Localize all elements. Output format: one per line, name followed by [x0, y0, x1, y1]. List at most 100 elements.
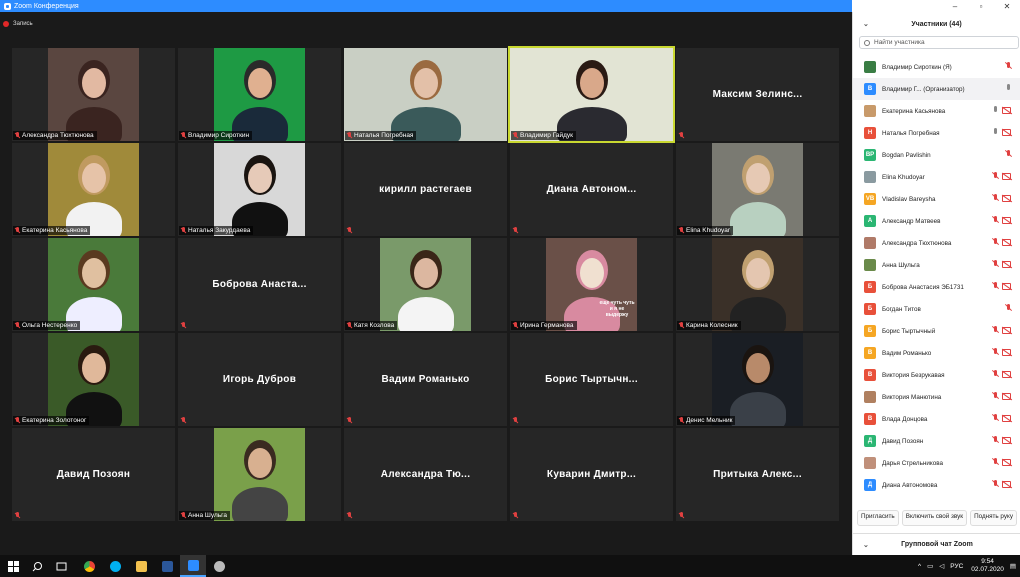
raise-hand-button[interactable]: Поднять руку [970, 510, 1017, 526]
close-button[interactable]: ✕ [994, 2, 1020, 11]
participant-status-icons [1005, 84, 1011, 92]
participant-status-icons [992, 370, 1011, 378]
participant-row[interactable]: Д Давид Позоян [853, 430, 1020, 452]
video-tile[interactable]: Катя Козлова [344, 238, 507, 331]
tray-arrow-icon[interactable]: ^ [918, 563, 921, 570]
participant-row[interactable]: BP Bogdan Pavlishin [853, 144, 1020, 166]
participant-row[interactable]: Виктория Манютина [853, 386, 1020, 408]
participants-title: Участники (44) [911, 20, 962, 28]
participant-row[interactable]: Б Боброва Анастасия ЭБ1731 [853, 276, 1020, 298]
muted-mic-icon [14, 512, 20, 519]
chevron-down-icon[interactable]: ⌄ [863, 541, 869, 549]
tile-name: Екатерина Золотоног [22, 417, 87, 424]
participant-row[interactable]: Анна Шульга [853, 254, 1020, 276]
taskbar-zoom[interactable] [180, 555, 206, 577]
participant-row[interactable]: В Вадим Романько [853, 342, 1020, 364]
video-tile[interactable]: Екатерина Золотоног [12, 333, 175, 426]
taskbar-word[interactable] [154, 555, 180, 577]
participant-name: Наталья Погребная [882, 129, 940, 137]
taskbar-skype[interactable] [102, 555, 128, 577]
video-tile[interactable]: Анна Шульга [178, 428, 341, 521]
window-controls: – ▫ ✕ [852, 0, 1020, 12]
video-tile[interactable]: Денис Мельник [676, 333, 839, 426]
avatar: Н [864, 127, 876, 139]
participant-row[interactable]: В Влада Донцова [853, 408, 1020, 430]
participant-list[interactable]: Владимир Сироткин (Я) В Владимир Г... (Орг… [853, 56, 1020, 504]
participant-row[interactable]: Elina Khudoyar [853, 166, 1020, 188]
chevron-down-icon[interactable]: ⌄ [863, 20, 869, 28]
video-tile[interactable]: Куварин Дмитр... [510, 428, 673, 521]
maximize-button[interactable]: ▫ [968, 2, 994, 11]
minimize-button[interactable]: – [942, 2, 968, 11]
video-tile[interactable]: Ольга Нестеренко [12, 238, 175, 331]
muted-mic-icon [678, 322, 684, 329]
clock[interactable]: 9:54 02.07.2020 [971, 558, 1004, 574]
video-tile[interactable]: Вадим Романько [344, 333, 507, 426]
video-tile[interactable]: Давид Позоян [12, 428, 175, 521]
participant-row[interactable]: А Александр Матвеев [853, 210, 1020, 232]
participant-row[interactable]: Александра Тюхтюнова [853, 232, 1020, 254]
taskbar-search[interactable] [24, 555, 50, 577]
participant-row[interactable]: Н Наталья Погребная [853, 122, 1020, 144]
paint-icon [213, 560, 225, 572]
tile-name-label: Наталья Погребная [345, 131, 417, 140]
camera-off-icon [1002, 415, 1011, 422]
participant-row[interactable]: Б Богдан Титов [853, 298, 1020, 320]
windows-logo-icon [7, 560, 19, 572]
group-chat-header[interactable]: ⌄ Групповой чат Zoom [853, 533, 1020, 555]
participant-row[interactable]: VB Vladislav Bareysha [853, 188, 1020, 210]
tile-name-label: Катя Козлова [345, 321, 398, 330]
taskbar-explorer[interactable] [128, 555, 154, 577]
video-tile[interactable]: Борис Тыртычн... [510, 333, 673, 426]
video-tile[interactable]: кирилл растегаев [344, 143, 507, 236]
video-tile[interactable]: Александра Тюхтюнова [12, 48, 175, 141]
tile-name-label [677, 131, 689, 140]
camera-off-icon [1002, 349, 1011, 356]
avatar: Д [864, 479, 876, 491]
participant-row[interactable]: Владимир Сироткин (Я) [853, 56, 1020, 78]
tile-name-label: Elina Khudoyar [677, 226, 734, 235]
video-tile[interactable]: Наталья Погребная [344, 48, 507, 141]
taskbar-paint[interactable] [206, 555, 232, 577]
participant-name: Владимир Г... (Организатор) [882, 85, 965, 93]
video-tile[interactable]: еще чуть чуть и я не выдержу Ирина Герман… [510, 238, 673, 331]
skype-icon [109, 560, 121, 572]
network-icon[interactable]: ▭ [927, 562, 933, 570]
video-tile[interactable]: Диана Автоном... [510, 143, 673, 236]
video-tile[interactable]: Владимир Сироткин [178, 48, 341, 141]
video-tile[interactable]: Александра Тю... [344, 428, 507, 521]
video-tile[interactable]: Владимир Гайдук [508, 46, 675, 143]
video-tile[interactable]: Карина Колесник [676, 238, 839, 331]
tile-name: Катя Козлова [354, 322, 395, 329]
video-tile[interactable]: Максим Зелинс... [676, 48, 839, 141]
participant-row[interactable]: В Владимир Г... (Организатор) [853, 78, 1020, 100]
volume-icon[interactable]: ◁ [939, 562, 944, 570]
participant-search-input[interactable]: Найти участника [859, 36, 1019, 49]
video-tile[interactable]: Игорь Дубров [178, 333, 341, 426]
muted-mic-icon [14, 132, 20, 139]
notifications-icon[interactable]: ▤ [1010, 562, 1016, 570]
participant-row[interactable]: Б Борис Тыртычный [853, 320, 1020, 342]
participant-row[interactable]: В Виктория Безрукавая [853, 364, 1020, 386]
video-tile[interactable]: Екатерина Касьянова [12, 143, 175, 236]
start-button[interactable] [0, 555, 26, 577]
video-tile[interactable]: Наталья Закурдаева [178, 143, 341, 236]
participant-row[interactable]: Д Диана Автономова [853, 474, 1020, 496]
participant-body [231, 487, 288, 521]
participant-status-icons [992, 216, 1011, 224]
tile-display-name: Давид Позоян [56, 469, 131, 480]
tile-name-label: Екатерина Золотоног [13, 416, 90, 425]
video-tile[interactable]: Elina Khudoyar [676, 143, 839, 236]
language-indicator[interactable]: РУС [950, 563, 963, 570]
participant-row[interactable]: Дарья Стрельникова [853, 452, 1020, 474]
invite-button[interactable]: Пригласить [857, 510, 899, 526]
video-feed [214, 428, 305, 521]
video-tile[interactable]: Притыка Алекс... [676, 428, 839, 521]
taskbar-chrome[interactable] [76, 555, 102, 577]
muted-mic-icon [678, 132, 684, 139]
unmute-self-button[interactable]: Включить свой звук [901, 510, 967, 526]
tile-name-label [179, 416, 191, 425]
video-tile[interactable]: Боброва Анаста... [178, 238, 341, 331]
task-view-button[interactable] [48, 555, 74, 577]
participant-row[interactable]: Екатерина Касьянова [853, 100, 1020, 122]
